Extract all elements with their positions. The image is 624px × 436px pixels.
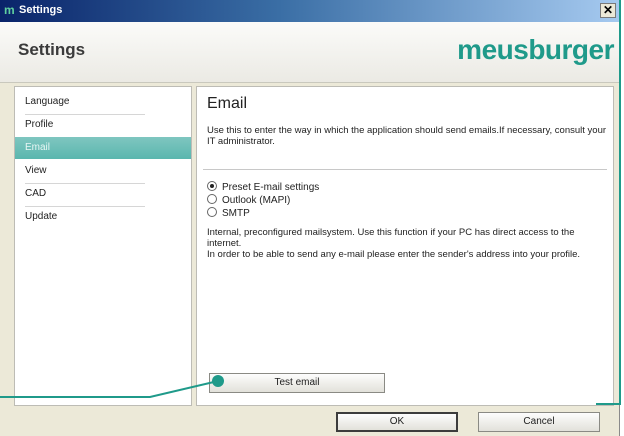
- radio-label: Preset E-mail settings: [222, 182, 320, 193]
- nav-item-cad[interactable]: CAD: [15, 183, 191, 205]
- settings-nav: Language Profile Email View CAD Update: [14, 86, 192, 406]
- test-email-button[interactable]: Test email: [209, 373, 385, 393]
- cancel-button[interactable]: Cancel: [478, 412, 600, 432]
- panel-title: Email: [207, 95, 248, 112]
- option-info: Internal, preconfigured mailsystem. Use …: [207, 227, 605, 260]
- ok-button[interactable]: OK: [336, 412, 458, 432]
- header-banner: Settings meusburger: [0, 22, 620, 83]
- nav-item-email[interactable]: Email: [15, 137, 191, 159]
- panel-description: Use this to enter the way in which the a…: [207, 125, 607, 147]
- radio-outlook-mapi[interactable]: Outlook (MAPI): [207, 194, 290, 206]
- page-title: Settings: [18, 40, 86, 59]
- nav-item-profile[interactable]: Profile: [15, 114, 191, 136]
- nav-item-update[interactable]: Update: [15, 206, 191, 228]
- window-title: Settings: [19, 4, 63, 16]
- settings-window: m Settings ✕ Settings meusburger Languag…: [0, 0, 620, 436]
- radio-checked-icon: [207, 181, 217, 191]
- title-bar: m Settings ✕: [0, 0, 620, 22]
- close-button[interactable]: ✕: [600, 3, 616, 18]
- app-icon: m: [4, 3, 15, 17]
- email-settings-panel: Email Use this to enter the way in which…: [196, 86, 614, 406]
- panel-divider: [203, 169, 607, 170]
- radio-label: Outlook (MAPI): [222, 195, 291, 206]
- radio-unchecked-icon: [207, 194, 217, 204]
- nav-item-language[interactable]: Language: [15, 91, 191, 113]
- nav-item-view[interactable]: View: [15, 160, 191, 182]
- radio-preset-email[interactable]: Preset E-mail settings: [207, 181, 319, 193]
- radio-label: SMTP: [222, 208, 250, 219]
- radio-smtp[interactable]: SMTP: [207, 207, 250, 219]
- brand-logo: meusburger: [457, 34, 614, 65]
- info-text-1: Internal, preconfigured mailsystem. Use …: [207, 227, 575, 249]
- radio-unchecked-icon: [207, 207, 217, 217]
- info-text-2: In order to be able to send any e-mail p…: [207, 249, 581, 260]
